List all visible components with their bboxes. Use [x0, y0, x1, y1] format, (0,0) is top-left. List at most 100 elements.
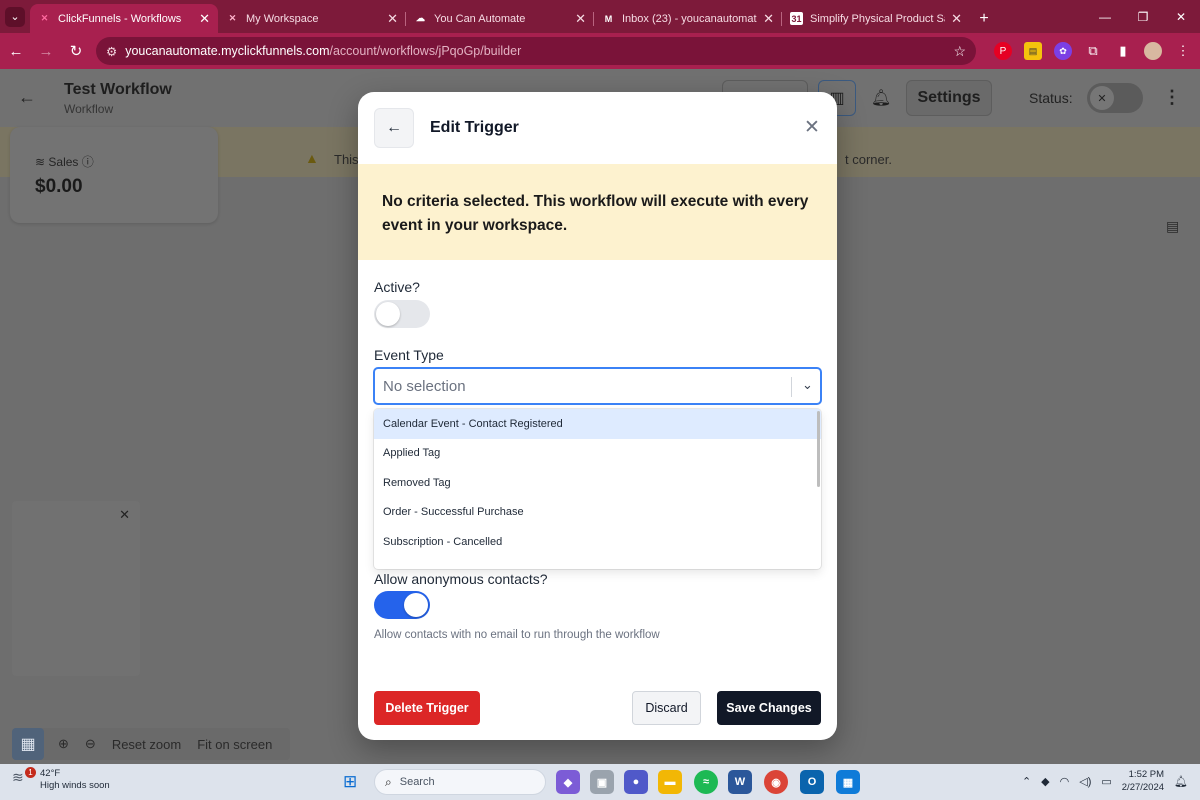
close-icon[interactable]: ✕ [119, 507, 130, 523]
weather-temp: 42°F [40, 768, 61, 779]
clock[interactable]: 1:52 PM 2/27/2024 [1122, 768, 1164, 794]
notifications-button[interactable]: 🔔︎ [864, 80, 898, 116]
new-tab-button[interactable]: + [970, 4, 998, 33]
dropdown-option[interactable]: Calendar Event - Contact Registered [374, 409, 821, 439]
profile-avatar[interactable] [1144, 42, 1162, 60]
system-tray: ⌃ ◆ ◠ ◁) ▭ 1:52 PM 2/27/2024 🔔︎ [1022, 768, 1188, 794]
close-window-icon[interactable]: ✕ [1162, 0, 1200, 33]
more-options-icon[interactable]: ⋮ [1163, 87, 1181, 108]
zoom-in-icon[interactable]: ⊕ [58, 736, 69, 752]
browser-tab[interactable]: ✕ ClickFunnels - Workflows ✕ [30, 4, 218, 33]
panel-icon[interactable]: ▤ [1166, 218, 1179, 235]
taskbar-search[interactable]: ⌕ Search [374, 769, 546, 795]
clickfunnels-icon: ✕ [40, 13, 49, 23]
minimap[interactable]: ✕ [12, 501, 140, 676]
status-toggle[interactable]: ✕ [1087, 83, 1143, 113]
event-type-label: Event Type [374, 347, 444, 363]
browser-tab[interactable]: ☁ You Can Automate ✕ [406, 4, 594, 33]
bell-icon: 🔔︎ [870, 90, 892, 107]
chevron-up-icon[interactable]: ⌃ [1022, 775, 1031, 788]
extension-icon[interactable]: ▤ [1024, 42, 1042, 60]
window-controls: — ❐ ✕ [1086, 0, 1200, 33]
bookmark-star-icon[interactable]: ☆ [953, 43, 966, 60]
back-arrow-icon[interactable]: ← [18, 87, 36, 108]
event-type-placeholder: No selection [383, 378, 466, 395]
zoom-out-icon[interactable]: ⊖ [85, 736, 96, 752]
close-tab-icon[interactable]: ✕ [387, 11, 398, 27]
modal-title: Edit Trigger [430, 119, 519, 136]
dropdown-option[interactable]: Order - Successful Purchase [374, 498, 821, 528]
puzzle-icon[interactable]: ⧉ [1084, 42, 1102, 60]
settings-label: Settings [917, 89, 981, 106]
tab-title: You Can Automate [434, 12, 526, 25]
address-bar[interactable]: ⚙ youcanautomate.myclickfunnels.com /acc… [96, 37, 976, 65]
banner-text-right: t corner. [845, 152, 892, 167]
battery-icon[interactable]: ▭ [1101, 775, 1111, 788]
reload-icon[interactable]: ↻ [62, 37, 90, 65]
volume-icon[interactable]: ◁) [1079, 775, 1091, 788]
dropbox-icon[interactable]: ◆ [1041, 775, 1049, 788]
word-icon[interactable]: W [728, 770, 752, 794]
workflow-title: Test Workflow [64, 81, 172, 98]
windows-start-icon[interactable]: ⊞ [343, 772, 357, 792]
discard-button[interactable]: Discard [632, 691, 701, 725]
side-panel-icon[interactable]: ▮ [1114, 42, 1132, 60]
sales-card: ≋ Sales ⓘ $0.00 [10, 127, 218, 223]
tab-title: Simplify Physical Product Sales [810, 12, 945, 25]
spotify-icon[interactable]: ≈ [694, 770, 718, 794]
browser-tab-bar: ⌄ ✕ ClickFunnels - Workflows ✕ ✕ My Work… [0, 0, 1200, 33]
warning-icon: ▲ [305, 150, 319, 166]
wifi-icon[interactable]: ◠ [1060, 775, 1070, 788]
time: 1:52 PM [1128, 769, 1165, 780]
active-label: Active? [374, 279, 420, 295]
dropdown-option[interactable]: Applied Tag [374, 439, 821, 469]
chevron-down-icon[interactable]: ⌄ [802, 377, 813, 393]
forward-icon[interactable]: → [32, 37, 60, 65]
fit-screen-button[interactable]: Fit on screen [197, 737, 272, 752]
date: 2/27/2024 [1121, 782, 1165, 793]
map-icon[interactable]: ▦ [12, 728, 44, 760]
anonymous-toggle[interactable] [374, 591, 430, 619]
close-icon[interactable]: ✕ [804, 116, 820, 139]
chrome-icon[interactable]: ◉ [764, 770, 788, 794]
delete-trigger-button[interactable]: Delete Trigger [374, 691, 480, 725]
close-tab-icon[interactable]: ✕ [951, 11, 962, 27]
reset-zoom-button[interactable]: Reset zoom [112, 737, 181, 752]
pinterest-icon[interactable]: P [994, 42, 1012, 60]
anonymous-label: Allow anonymous contacts? [374, 571, 548, 587]
extension-icon[interactable]: ✿ [1054, 42, 1072, 60]
app-icon[interactable]: ◆ [556, 770, 580, 794]
close-tab-icon[interactable]: ✕ [763, 11, 774, 27]
close-tab-icon[interactable]: ✕ [575, 11, 586, 27]
notification-bell-icon[interactable]: 🔔︎ [1174, 775, 1188, 788]
restore-icon[interactable]: ❐ [1124, 0, 1162, 33]
site-info-icon[interactable]: ⚙ [106, 44, 117, 59]
file-explorer-icon[interactable]: ▬ [658, 770, 682, 794]
url-path: /account/workflows/jPqoGp/builder [329, 44, 522, 58]
save-changes-button[interactable]: Save Changes [717, 691, 821, 725]
close-tab-icon[interactable]: ✕ [199, 11, 210, 27]
calculator-icon[interactable]: ▦ [836, 770, 860, 794]
browser-toolbar: ← → ↻ ⚙ youcanautomate.myclickfunnels.co… [0, 33, 1200, 69]
modal-back-button[interactable]: ← [374, 108, 414, 148]
tab-title: Inbox (23) - youcanautomateit@ [622, 12, 757, 25]
teams-icon[interactable]: ● [624, 770, 648, 794]
settings-button[interactable]: Settings [906, 80, 992, 116]
dropdown-option[interactable]: Removed Tag [374, 468, 821, 498]
task-view-icon[interactable]: ▣ [590, 770, 614, 794]
weather-widget[interactable]: ≋ 1 42°F High winds soon [12, 767, 110, 792]
info-icon[interactable]: ⓘ [82, 155, 94, 169]
browser-tab[interactable]: M Inbox (23) - youcanautomateit@ ✕ [594, 4, 782, 33]
scrollbar[interactable] [817, 411, 820, 487]
dropdown-option[interactable]: Subscription - Cancelled [374, 527, 821, 557]
browser-tab[interactable]: ✕ My Workspace ✕ [218, 4, 406, 33]
minimize-icon[interactable]: — [1086, 0, 1124, 33]
outlook-icon[interactable]: O [800, 770, 824, 794]
menu-kebab-icon[interactable]: ⋮ [1174, 42, 1192, 60]
event-type-select[interactable]: No selection ⌄ [374, 368, 821, 404]
back-icon[interactable]: ← [2, 37, 30, 65]
url-domain: youcanautomate.myclickfunnels.com [125, 44, 330, 58]
tab-search-button[interactable]: ⌄ [0, 0, 30, 33]
active-toggle[interactable] [374, 300, 430, 328]
browser-tab[interactable]: 31 Simplify Physical Product Sales ✕ [782, 4, 970, 33]
